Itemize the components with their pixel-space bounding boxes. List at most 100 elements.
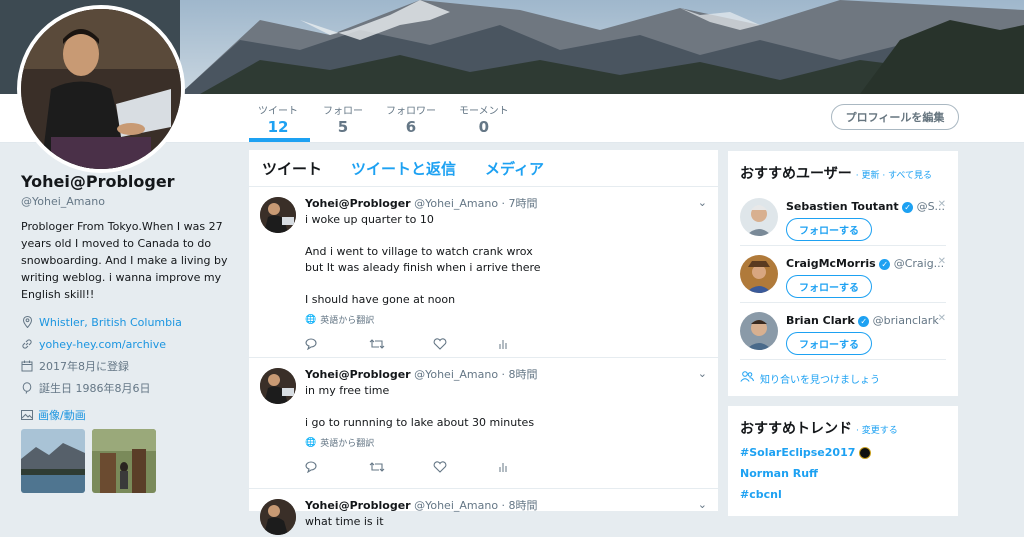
trend-item[interactable]: Norman Ruff xyxy=(728,463,958,484)
stat-moments[interactable]: モーメント 0 xyxy=(459,102,509,136)
trends-change-link[interactable]: · 変更する xyxy=(856,426,898,436)
profile-bio: Probloger From Tokyo.When I was 27 years… xyxy=(21,220,228,301)
chevron-down-icon[interactable]: ⌄ xyxy=(698,367,707,380)
tweet-author-name[interactable]: Yohei@Probloger xyxy=(305,197,411,210)
tweet-author-name[interactable]: Yohei@Probloger xyxy=(305,499,411,512)
stat-followers-label: フォロワー xyxy=(386,106,436,117)
verified-badge-icon: ✓ xyxy=(902,201,914,213)
profile-name: Yohei@Probloger xyxy=(21,172,175,191)
follow-button[interactable]: フォローする xyxy=(786,275,872,298)
media-link[interactable]: 画像/動画 xyxy=(21,407,236,423)
chevron-down-icon[interactable]: ⌄ xyxy=(698,196,707,209)
tab-tweets-and-replies[interactable]: ツイートと返信 xyxy=(351,158,456,179)
analytics-icon[interactable] xyxy=(497,461,561,476)
dismiss-icon[interactable]: ✕ xyxy=(938,199,946,210)
translate-link[interactable]: 🌐 英語から翻訳 xyxy=(305,436,706,450)
translate-label: 英語から翻訳 xyxy=(320,439,375,449)
stat-moments-value: 0 xyxy=(478,118,490,136)
tweet-avatar[interactable] xyxy=(260,499,296,535)
trend-label: #SolarEclipse2017 xyxy=(740,446,856,459)
tweet-meta: @Yohei_Amano · 7時間 xyxy=(414,197,538,210)
tweet-author-name[interactable]: Yohei@Probloger xyxy=(305,368,411,381)
suggested-user-avatar[interactable] xyxy=(740,198,778,236)
joined-date: 2017年8月に登録 xyxy=(39,360,129,373)
stat-following-label: フォロー xyxy=(323,106,363,117)
stat-following[interactable]: フォロー 5 xyxy=(323,102,363,136)
who-to-follow-title: おすすめユーザー · 更新 · すべて見る xyxy=(728,151,958,189)
suggested-user: Sebastien Toutant ✓ @S... フォローする ✕ xyxy=(740,189,946,246)
verified-badge-icon: ✓ xyxy=(879,258,891,270)
tweet-text: i woke up quarter to 10 And i went to vi… xyxy=(305,213,541,306)
suggested-user-name[interactable]: Sebastien Toutant xyxy=(786,200,899,213)
translate-link[interactable]: 🌐 英語から翻訳 xyxy=(305,313,706,327)
stat-tweets-label: ツイート xyxy=(258,106,298,117)
follow-button[interactable]: フォローする xyxy=(786,218,872,241)
suggested-user-handle: @Craig... xyxy=(893,257,945,270)
profile-handle: @Yohei_Amano xyxy=(21,195,105,208)
find-friends-link[interactable]: 知り合いを見つけましょう xyxy=(728,360,958,396)
location-pin-icon xyxy=(21,316,33,328)
stat-followers-value: 6 xyxy=(405,118,417,136)
follow-button[interactable]: フォローする xyxy=(786,332,872,355)
birthday-date: 誕生日 1986年8月6日 xyxy=(39,382,151,395)
timeline-tabs: ツイート ツイートと返信 メディア xyxy=(249,150,718,187)
edit-profile-button[interactable]: プロフィールを編集 xyxy=(831,104,959,130)
birthday-row: 誕生日 1986年8月6日 xyxy=(21,377,236,399)
profile-sidebar: Yohei@Probloger @Yohei_Amano Probloger F… xyxy=(21,172,236,493)
suggested-user-avatar[interactable] xyxy=(740,312,778,350)
who-to-follow-links[interactable]: · 更新 · すべて見る xyxy=(856,171,932,181)
suggested-user-name[interactable]: CraigMcMorris xyxy=(786,257,876,270)
link-icon xyxy=(21,338,33,350)
joined-row: 2017年8月に登録 xyxy=(21,355,236,377)
profile-avatar[interactable] xyxy=(17,5,185,173)
trend-item[interactable]: #cbcnl xyxy=(728,484,958,505)
who-to-follow-heading: おすすめユーザー xyxy=(740,166,852,182)
tweet-text: in my free time i go to runnning to lake… xyxy=(305,384,535,429)
find-friends-label: 知り合いを見つけましょう xyxy=(760,374,880,386)
reply-icon[interactable] xyxy=(305,460,369,476)
suggested-user-name[interactable]: Brian Clark xyxy=(786,314,855,327)
globe-icon: 🌐 xyxy=(305,437,317,448)
tab-media[interactable]: メディア xyxy=(485,158,544,179)
trends-heading: おすすめトレンド xyxy=(740,421,852,437)
stat-following-value: 5 xyxy=(337,118,349,136)
tweet[interactable]: Yohei@Probloger @Yohei_Amano · 8時間 ⌄ wha… xyxy=(249,489,718,537)
suggested-user: CraigMcMorris ✓ @Craig... フォローする ✕ xyxy=(740,246,946,303)
analytics-icon[interactable] xyxy=(497,338,561,353)
chevron-down-icon[interactable]: ⌄ xyxy=(698,498,707,511)
media-label: 画像/動画 xyxy=(38,409,86,422)
timeline: ツイート ツイートと返信 メディア Yohei@Probloger @Yohei… xyxy=(249,150,718,535)
reply-icon[interactable] xyxy=(305,337,369,353)
media-thumbnail[interactable] xyxy=(21,429,85,493)
eclipse-icon xyxy=(859,447,872,459)
tweet[interactable]: Yohei@Probloger @Yohei_Amano · 8時間 ⌄ in … xyxy=(249,358,718,489)
tweet-meta: @Yohei_Amano · 8時間 xyxy=(414,499,538,512)
tweet-actions xyxy=(305,330,706,360)
tweet-actions xyxy=(305,453,706,483)
calendar-icon xyxy=(21,360,33,372)
media-thumbnail[interactable] xyxy=(92,429,156,493)
dismiss-icon[interactable]: ✕ xyxy=(938,256,946,267)
tweet[interactable]: Yohei@Probloger @Yohei_Amano · 7時間 ⌄ i w… xyxy=(249,187,718,358)
suggested-user-avatar[interactable] xyxy=(740,255,778,293)
dismiss-icon[interactable]: ✕ xyxy=(938,313,946,324)
stat-tweets[interactable]: ツイート 12 xyxy=(258,102,298,136)
verified-badge-icon: ✓ xyxy=(858,315,870,327)
translate-label: 英語から翻訳 xyxy=(320,316,375,326)
tweet-avatar[interactable] xyxy=(260,197,296,233)
tweet-avatar[interactable] xyxy=(260,368,296,404)
profile-meta: Whistler, British Columbia yohey-hey.com… xyxy=(21,311,236,399)
stat-followers[interactable]: フォロワー 6 xyxy=(386,102,436,136)
like-icon[interactable] xyxy=(433,337,497,353)
tab-tweets[interactable]: ツイート xyxy=(262,158,322,179)
globe-icon: 🌐 xyxy=(305,314,317,325)
trends-card: おすすめトレンド · 変更する #SolarEclipse2017 Norman … xyxy=(728,406,958,516)
location-link[interactable]: Whistler, British Columbia xyxy=(39,316,182,329)
retweet-icon[interactable] xyxy=(369,461,433,476)
website-link[interactable]: yohey-hey.com/archive xyxy=(39,338,166,351)
retweet-icon[interactable] xyxy=(369,338,433,353)
like-icon[interactable] xyxy=(433,460,497,476)
stat-moments-label: モーメント xyxy=(459,106,509,117)
who-to-follow-card: おすすめユーザー · 更新 · すべて見る Sebastien Toutant ✓… xyxy=(728,151,958,396)
trend-item[interactable]: #SolarEclipse2017 xyxy=(728,442,958,463)
